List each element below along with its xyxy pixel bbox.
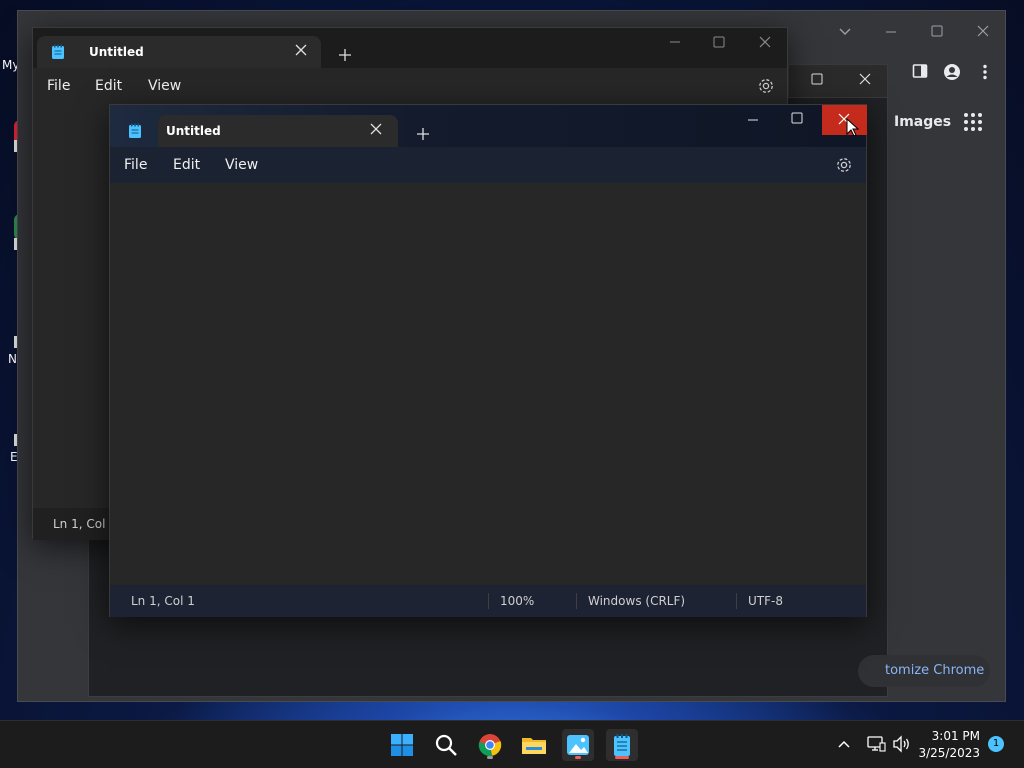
close-tab-icon[interactable] [370, 121, 382, 139]
status-line-ending: Windows (CRLF) [588, 594, 686, 608]
notepad-front-tab[interactable]: Untitled [158, 115, 398, 147]
settings-gear-icon[interactable] [757, 77, 775, 95]
close-tab-icon[interactable] [295, 42, 307, 60]
status-divider [576, 593, 577, 609]
notepad-back-maximize-button[interactable] [709, 36, 729, 52]
notepad-front-editor[interactable] [110, 183, 866, 585]
chrome-menu-icon[interactable] [976, 63, 994, 81]
photos-icon[interactable] [562, 729, 594, 761]
status-encoding: UTF-8 [748, 594, 783, 608]
chrome-close-button[interactable] [971, 25, 995, 41]
status-position: Ln 1, Col 1 [131, 594, 195, 608]
running-indicator [487, 756, 493, 759]
clock-time[interactable]: 3:01 PM [922, 729, 980, 743]
background-close-button[interactable] [855, 73, 875, 89]
notepad-icon [51, 44, 65, 60]
search-icon[interactable] [430, 729, 462, 761]
notepad-window-front: Untitled File Edit View Ln 1, Col 1 100%… [109, 104, 867, 617]
chevron-up-icon[interactable] [836, 736, 852, 756]
notification-badge[interactable]: 1 [988, 736, 1004, 752]
background-window-titlebar [788, 64, 888, 98]
status-position: Ln 1, Col 1 [53, 517, 117, 531]
chrome-minimize-button[interactable] [879, 25, 903, 41]
images-link[interactable]: Images [894, 114, 951, 130]
menu-edit[interactable]: Edit [173, 157, 200, 173]
notepad-front-menubar: File Edit View [110, 147, 866, 183]
notepad-back-close-button[interactable] [755, 36, 775, 52]
volume-icon[interactable] [892, 735, 912, 757]
chrome-maximize-button[interactable] [925, 25, 949, 41]
customize-chrome-button[interactable]: tomize Chrome [858, 655, 990, 687]
notepad-back-tab-title: Untitled [89, 45, 144, 59]
mouse-cursor-icon [846, 117, 860, 138]
background-maximize-button[interactable] [807, 73, 827, 89]
notepad-front-statusbar: Ln 1, Col 1 100% Windows (CRLF) UTF-8 [110, 585, 866, 617]
notepad-icon [128, 123, 142, 139]
notepad-front-minimize-button[interactable] [743, 114, 763, 129]
notepad-front-maximize-button[interactable] [787, 112, 807, 128]
new-tab-icon[interactable] [339, 45, 351, 66]
notepad-back-titlebar[interactable]: Untitled [33, 28, 787, 68]
notepad-front-close-button[interactable] [822, 105, 867, 135]
network-icon[interactable] [866, 735, 886, 757]
notepad-back-menubar: File Edit View [33, 68, 787, 104]
side-panel-icon[interactable] [912, 63, 930, 81]
notepad-back-minimize-button[interactable] [665, 36, 685, 51]
notepad-front-tab-title: Untitled [166, 124, 221, 138]
chrome-tab-search-icon[interactable] [833, 25, 857, 41]
notepad-back-tab[interactable]: Untitled [37, 36, 321, 68]
menu-file[interactable]: File [47, 78, 70, 94]
start-icon[interactable] [386, 729, 418, 761]
running-indicator [615, 756, 629, 759]
taskbar: 3:01 PM 3/25/2023 [0, 720, 1024, 768]
running-indicator [575, 756, 581, 759]
new-tab-icon[interactable] [417, 124, 429, 145]
status-divider [488, 593, 489, 609]
menu-file[interactable]: File [124, 157, 147, 173]
menu-edit[interactable]: Edit [95, 78, 122, 94]
profile-icon[interactable] [943, 63, 961, 81]
settings-gear-icon[interactable] [835, 156, 853, 174]
google-apps-icon[interactable] [964, 113, 982, 131]
status-zoom: 100% [500, 594, 535, 608]
file-explorer-icon[interactable] [518, 729, 550, 761]
menu-view[interactable]: View [225, 157, 258, 173]
status-divider [736, 593, 737, 609]
notepad-icon[interactable] [606, 729, 638, 761]
notepad-front-titlebar[interactable]: Untitled [110, 105, 867, 147]
menu-view[interactable]: View [148, 78, 181, 94]
chrome-icon[interactable] [474, 729, 506, 761]
clock-date[interactable]: 3/25/2023 [916, 746, 980, 760]
